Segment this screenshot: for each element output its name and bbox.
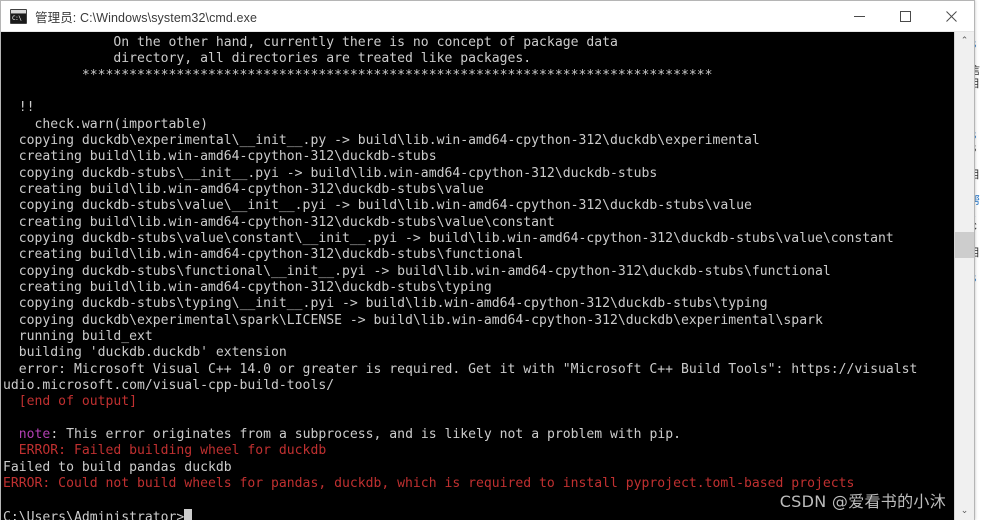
- minimize-button[interactable]: [836, 1, 882, 32]
- title-bar[interactable]: C:\ 管理员: C:\Windows\system32\cmd.exe: [1, 1, 974, 32]
- window-controls: [836, 1, 974, 32]
- screen: S 信 目 e S S 目 帮 a C 目 S C:\ 管理员: C:\Wind…: [0, 0, 986, 520]
- scroll-down-arrow[interactable]: ⌄: [955, 502, 974, 520]
- close-icon: [945, 10, 957, 22]
- console-area[interactable]: On the other hand, currently there is no…: [1, 32, 974, 520]
- window-title: 管理员: C:\Windows\system32\cmd.exe: [35, 10, 258, 25]
- cmd-window: C:\ 管理员: C:\Windows\system32\cmd.exe On …: [0, 0, 975, 520]
- scrollbar-thumb[interactable]: [955, 232, 974, 258]
- maximize-button[interactable]: [882, 1, 928, 32]
- close-button[interactable]: [928, 1, 974, 32]
- minimize-icon: [853, 15, 865, 17]
- scroll-up-arrow[interactable]: ⌃: [955, 32, 974, 50]
- console-output: On the other hand, currently there is no…: [1, 32, 954, 520]
- cmd-icon: C:\: [10, 8, 27, 24]
- cmd-icon-prompt: C:\: [11, 13, 26, 23]
- console-scrollbar[interactable]: ⌃ ⌄: [954, 32, 974, 520]
- maximize-icon: [899, 10, 911, 22]
